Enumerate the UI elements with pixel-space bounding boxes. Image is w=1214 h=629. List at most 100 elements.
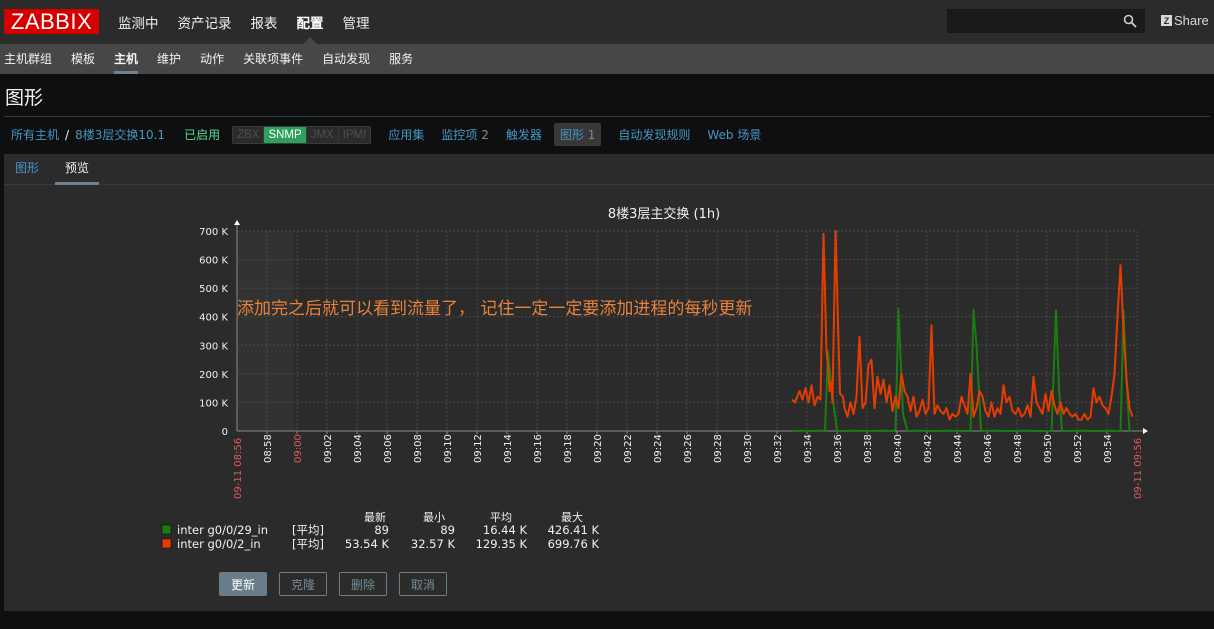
legend-swatch bbox=[161, 538, 172, 549]
link-graphs-label: 图形 bbox=[559, 128, 584, 142]
breadcrumb-host[interactable]: 8楼3层交换10.1 bbox=[75, 126, 165, 143]
link-web-scenarios-label: Web 场景 bbox=[707, 128, 762, 142]
legend-value-last: 53.54 K bbox=[345, 537, 390, 551]
zbx-indicator: ZBX bbox=[233, 126, 265, 143]
x-tick-label: 09:28 bbox=[713, 434, 724, 463]
availability-indicators: ZBX SNMP JMX IPMI bbox=[232, 125, 372, 144]
chart-title: 8楼3层主交换 (1h) bbox=[608, 206, 720, 222]
x-tick-label: 09:18 bbox=[563, 434, 574, 463]
y-tick-label: 600 K bbox=[199, 256, 228, 267]
x-tick-label: 09:52 bbox=[1073, 434, 1084, 463]
no-data-shade bbox=[237, 231, 294, 431]
x-tick-label: 09:08 bbox=[413, 434, 424, 463]
graphs-count: 1 bbox=[587, 128, 596, 142]
y-tick-label: 400 K bbox=[199, 313, 228, 324]
subnav-maintenance[interactable]: 维护 bbox=[157, 44, 181, 74]
x-tick-label: 09:12 bbox=[473, 434, 484, 463]
subnav-discovery[interactable]: 自动发现 bbox=[322, 44, 370, 74]
legend-value-avg: 129.35 K bbox=[476, 537, 528, 551]
cancel-button[interactable]: 取消 bbox=[399, 572, 448, 596]
link-discovery-rules[interactable]: 自动发现规则 bbox=[618, 126, 690, 143]
snmp-indicator: SNMP bbox=[264, 126, 307, 143]
x-tick-label: 09:48 bbox=[1013, 434, 1024, 463]
legend-series-name: inter g0/0/2_in bbox=[177, 537, 261, 551]
link-triggers-label: 触发器 bbox=[505, 128, 542, 142]
subnav-actions[interactable]: 动作 bbox=[200, 44, 224, 74]
y-tick-label: 700 K bbox=[199, 227, 228, 238]
legend-value-avg: 16.44 K bbox=[483, 523, 528, 537]
legend-swatch bbox=[161, 524, 172, 535]
y-tick-label: 0 bbox=[222, 427, 228, 438]
link-discovery-rules-label: 自动发现规则 bbox=[618, 128, 691, 142]
subnav-templates[interactable]: 模板 bbox=[71, 44, 95, 74]
link-web-scenarios[interactable]: Web 场景 bbox=[707, 126, 761, 143]
x-tick-label: 09:30 bbox=[743, 434, 754, 463]
subnav-hosts[interactable]: 主机 bbox=[114, 44, 139, 74]
link-triggers[interactable]: 触发器 bbox=[506, 126, 542, 143]
legend-value-min: 32.57 K bbox=[411, 537, 456, 551]
zabbix-logo[interactable]: ZABBIX bbox=[4, 9, 99, 34]
y-tick-label: 300 K bbox=[199, 341, 228, 352]
link-applications[interactable]: 应用集 bbox=[388, 126, 424, 143]
subnav-services[interactable]: 服务 bbox=[389, 44, 413, 74]
x-tick-label: 09:16 bbox=[533, 434, 544, 463]
x-tick-label: 09:44 bbox=[953, 434, 964, 463]
x-tick-label: 09:34 bbox=[803, 434, 814, 463]
series-line-0 bbox=[791, 308, 1133, 432]
legend-function: [平均] bbox=[292, 523, 324, 537]
legend-value-min: 89 bbox=[440, 523, 455, 537]
link-items-label: 监控项 bbox=[441, 128, 478, 142]
update-button[interactable]: 更新 bbox=[219, 572, 268, 596]
x-tick-label: 09:02 bbox=[323, 434, 334, 463]
subnav-host-groups[interactable]: 主机群组 bbox=[4, 44, 52, 74]
x-tick-label: 08:58 bbox=[263, 434, 274, 463]
x-tick-label: 09:20 bbox=[593, 434, 604, 463]
breadcrumb-separator: / bbox=[65, 127, 70, 142]
graph-preview: 8楼3层主交换 (1h) 0 100 K 200 K 300 K 400 K 500 K 60… bbox=[161, 206, 1148, 551]
y-tick-label: 200 K bbox=[199, 370, 228, 381]
x-tick-label: 09:24 bbox=[653, 434, 664, 463]
legend-value-last: 89 bbox=[374, 523, 389, 537]
menu-reports[interactable]: 报表 bbox=[251, 12, 278, 32]
search-icon[interactable] bbox=[1123, 14, 1137, 28]
legend-value-max: 426.41 K bbox=[548, 523, 600, 537]
x-start-label: 09-11 08:56 bbox=[233, 438, 244, 499]
x-tick-label: 09:22 bbox=[623, 434, 634, 463]
ipmi-indicator: IPMI bbox=[338, 126, 371, 143]
menu-administration[interactable]: 管理 bbox=[343, 12, 370, 32]
graph-form-panel: 图形 预览 8楼3层主交换 (1h) 0 100 K 200 K 300 K 400 K5… bbox=[4, 154, 1214, 611]
host-status-enabled[interactable]: 已启用 bbox=[184, 126, 220, 143]
x-tick-label: 09:26 bbox=[683, 434, 694, 463]
x-end-label: 09-11 09:56 bbox=[1133, 438, 1144, 499]
menu-configuration[interactable]: 配置 bbox=[297, 12, 324, 44]
y-tick-label: 100 K bbox=[199, 398, 228, 409]
link-graphs[interactable]: 图形 1 bbox=[553, 123, 602, 146]
menu-monitoring[interactable]: 监测中 bbox=[118, 12, 159, 32]
items-count: 2 bbox=[481, 128, 489, 142]
share-link[interactable]: Z Share bbox=[1161, 13, 1209, 28]
x-tick-label: 09:36 bbox=[833, 434, 844, 463]
legend-function: [平均] bbox=[292, 537, 324, 551]
form-buttons: 更新 克隆 删除 取消 bbox=[219, 572, 459, 596]
sub-navigation: 主机群组 模板 主机 维护 动作 关联项事件 自动发现 服务 bbox=[0, 44, 1214, 74]
x-tick-label: 09:54 bbox=[1103, 434, 1114, 463]
x-tick-label: 09:06 bbox=[383, 434, 394, 463]
page-title: 图形 bbox=[5, 86, 44, 109]
jmx-indicator: JMX bbox=[306, 126, 339, 143]
x-tick-label: 09:38 bbox=[863, 434, 874, 463]
x-tick-label: 09:10 bbox=[443, 434, 454, 463]
x-tick-label: 09:42 bbox=[923, 434, 934, 463]
subnav-event-correlation[interactable]: 关联项事件 bbox=[243, 44, 303, 74]
legend-value-max: 699.76 K bbox=[548, 537, 600, 551]
legend-series-name: inter g0/0/29_in bbox=[177, 523, 268, 537]
menu-inventory[interactable]: 资产记录 bbox=[178, 12, 232, 32]
breadcrumb-all-hosts[interactable]: 所有主机 bbox=[11, 126, 59, 143]
zabbix-share-icon: Z bbox=[1161, 15, 1172, 26]
search-input[interactable] bbox=[948, 10, 1118, 32]
x-tick-label: 09:00 bbox=[293, 434, 304, 463]
link-items[interactable]: 监控项 2 bbox=[441, 126, 488, 143]
host-breadcrumb-bar: 所有主机 / 8楼3层交换10.1 已启用 ZBX SNMP JMX IPMI … bbox=[0, 117, 1214, 152]
clone-button[interactable]: 克隆 bbox=[279, 572, 328, 596]
delete-button[interactable]: 删除 bbox=[339, 572, 388, 596]
search-box bbox=[947, 9, 1145, 33]
